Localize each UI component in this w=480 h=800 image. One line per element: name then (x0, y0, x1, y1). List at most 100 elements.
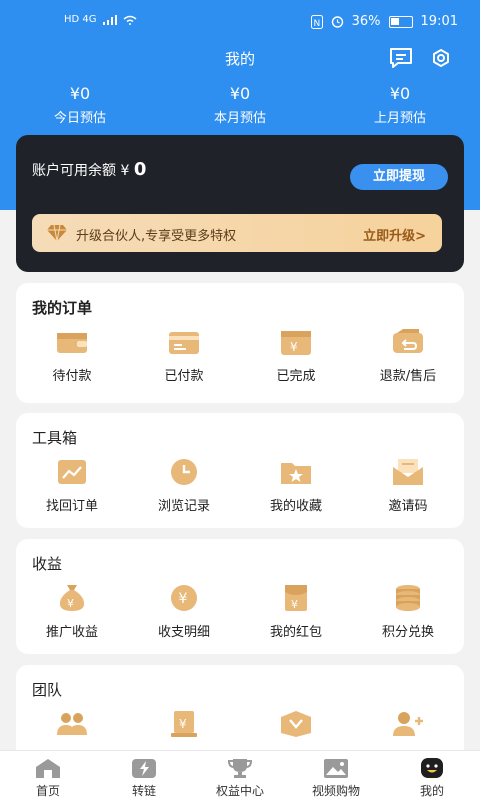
team-item-2[interactable]: ¥ (128, 709, 240, 747)
order-pending-payment[interactable]: 待付款 (16, 327, 128, 384)
tab-video-shopping[interactable]: 视频购物 (288, 751, 384, 800)
orders-section: 我的订单 待付款 已付款 ¥ 已完成 退款/售后 (16, 283, 464, 403)
earning-details[interactable]: ¥ 收支明细 (128, 583, 240, 640)
tool-find-order[interactable]: 找回订单 (16, 457, 128, 514)
team-item-4[interactable] (352, 709, 464, 747)
orders-grid: 待付款 已付款 ¥ 已完成 退款/售后 (16, 327, 464, 384)
home-icon (36, 759, 60, 778)
upgrade-banner[interactable]: 升级合伙人,专享受更多特权 立即升级> (32, 214, 442, 252)
cell-label: 我的收藏 (269, 499, 322, 514)
yen-card-icon: ¥ (281, 331, 311, 355)
toolbox-grid: 找回订单 浏览记录 我的收藏 邀请码 (16, 457, 464, 514)
card-icon (169, 332, 199, 354)
withdraw-button[interactable]: 立即提现 (350, 164, 448, 190)
earning-promotion[interactable]: ¥ 推广收益 (16, 583, 128, 640)
tab-convert-link[interactable]: 转链 (96, 751, 192, 800)
network-label: HD 4G (64, 14, 97, 25)
battery-percent: 36% (351, 14, 381, 29)
trophy-icon (227, 759, 253, 778)
cell-label: 邀请码 (388, 499, 428, 514)
wifi-icon (123, 15, 136, 25)
earnings-stats: ¥0 今日预估 ¥0 本月预估 ¥0 上月预估 (0, 84, 480, 126)
cell-label: 收支明细 (157, 625, 210, 640)
settings-icon[interactable] (428, 46, 454, 70)
heart-box-icon (281, 711, 311, 737)
upgrade-text: 升级合伙人,专享受更多特权 (76, 229, 237, 244)
cell-label: 待付款 (52, 369, 92, 384)
earning-points-exchange[interactable]: 积分兑换 (352, 583, 464, 640)
network-indicator: HD 4G (64, 14, 137, 25)
add-user-icon (393, 712, 423, 736)
balance-label: 账户可用余额 ¥ (32, 163, 130, 179)
order-refund[interactable]: 退款/售后 (352, 327, 464, 384)
cell-label: 浏览记录 (157, 499, 210, 514)
stat-today[interactable]: ¥0 今日预估 (0, 84, 160, 126)
image-icon (324, 759, 348, 778)
cell-label: 我的红包 (269, 625, 322, 640)
tool-favorites[interactable]: 我的收藏 (240, 457, 352, 514)
coin-icon: ¥ (171, 585, 197, 611)
section-title: 团队 (32, 681, 63, 699)
refund-icon (393, 329, 423, 353)
order-completed[interactable]: ¥ 已完成 (240, 327, 352, 384)
red-packet-icon: ¥ (285, 585, 307, 611)
tab-home[interactable]: 首页 (0, 751, 96, 800)
cell-label: 推广收益 (45, 625, 98, 640)
stat-this-month[interactable]: ¥0 本月预估 (160, 84, 320, 126)
team-grid: ¥ (16, 709, 464, 747)
team-icon (57, 713, 87, 735)
cell-label: 已付款 (164, 369, 204, 384)
tool-invite-code[interactable]: 邀请码 (352, 457, 464, 514)
svg-text:¥: ¥ (179, 591, 188, 607)
face-icon (421, 758, 443, 778)
message-icon[interactable] (388, 46, 414, 70)
nfc-icon: N (310, 14, 323, 29)
team-item-3[interactable] (240, 709, 352, 747)
star-folder-icon (281, 463, 311, 484)
diamond-icon (47, 224, 67, 242)
upgrade-link[interactable]: 立即升级> (363, 225, 426, 244)
stat-label: 今日预估 (53, 111, 106, 126)
lightning-icon (132, 759, 156, 778)
order-paid[interactable]: 已付款 (128, 327, 240, 384)
svg-text:¥: ¥ (291, 598, 298, 611)
earning-red-packet[interactable]: ¥ 我的红包 (240, 583, 352, 640)
wallet-icon (57, 333, 87, 353)
svg-text:¥: ¥ (290, 340, 298, 354)
stat-value: ¥0 (229, 84, 251, 103)
section-title: 工具箱 (32, 429, 78, 447)
toolbox-section: 工具箱 找回订单 浏览记录 我的收藏 邀请码 (16, 413, 464, 528)
tab-label: 转链 (131, 784, 156, 798)
balance-amount: 0 (133, 159, 147, 180)
bottom-tab-bar: 首页 转链 权益中心 视频购物 我的 (0, 750, 480, 800)
section-title: 收益 (32, 555, 63, 573)
envelope-icon (393, 459, 423, 485)
svg-text:¥: ¥ (179, 717, 187, 731)
stat-label: 本月预估 (213, 111, 266, 126)
status-right: N 36% 19:01 (310, 14, 458, 29)
stat-value: ¥0 (69, 84, 91, 103)
status-bar: HD 4G N 36% 19:01 (0, 0, 480, 44)
money-bag-icon: ¥ (59, 585, 85, 611)
tool-browse-history[interactable]: 浏览记录 (128, 457, 240, 514)
cell-label: 已完成 (276, 369, 316, 384)
tab-label: 首页 (35, 784, 60, 798)
svg-text:¥: ¥ (67, 597, 74, 610)
cell-label: 找回订单 (45, 499, 98, 514)
tab-mine[interactable]: 我的 (384, 751, 480, 800)
balance-card: 账户可用余额 ¥ 0 立即提现 升级合伙人,专享受更多特权 立即升级> (16, 135, 464, 272)
stat-last-month[interactable]: ¥0 上月预估 (320, 84, 480, 126)
section-title: 我的订单 (32, 299, 93, 317)
tab-label: 我的 (419, 784, 444, 798)
chart-icon (58, 460, 86, 484)
tab-benefits-center[interactable]: 权益中心 (192, 751, 288, 800)
stat-label: 上月预估 (373, 111, 426, 126)
signal-icon (102, 14, 117, 25)
team-item-1[interactable] (16, 709, 128, 747)
clock-time: 19:01 (420, 14, 458, 29)
yen-trophy-icon: ¥ (171, 711, 197, 737)
coin-stack-icon (396, 585, 420, 611)
cell-label: 积分兑换 (381, 625, 434, 640)
balance-info: 账户可用余额 ¥ 0 (32, 159, 146, 180)
battery-icon (388, 15, 413, 28)
